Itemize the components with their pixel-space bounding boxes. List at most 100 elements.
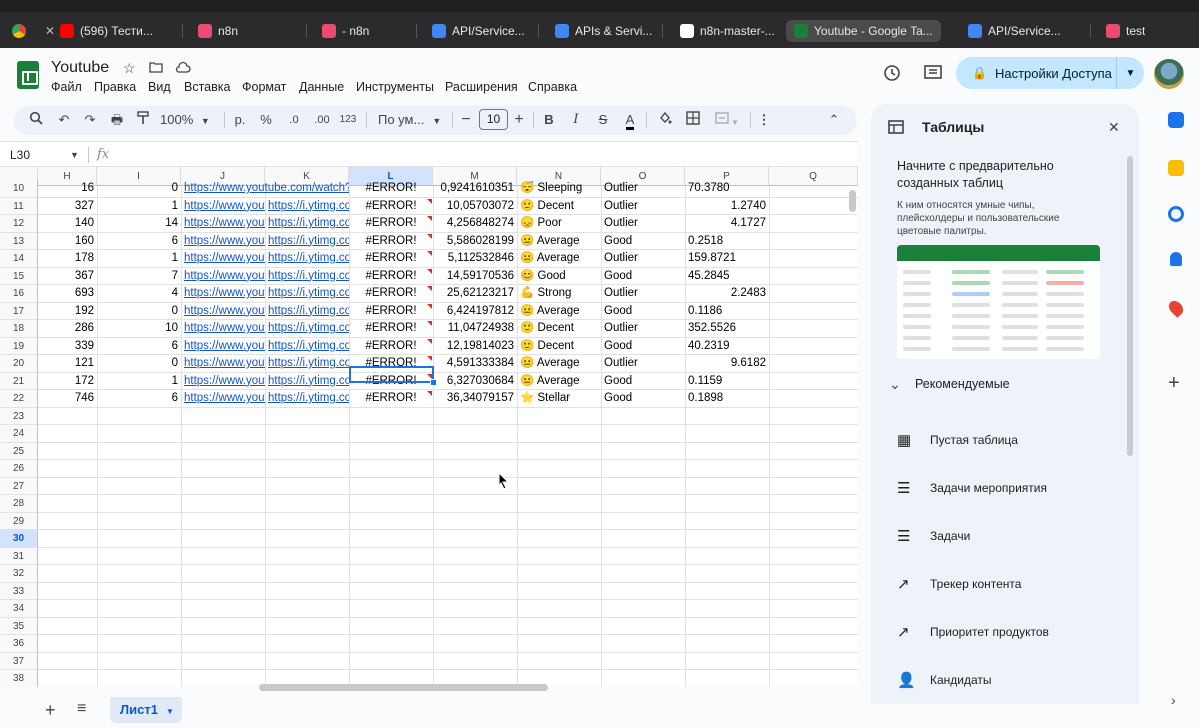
cell-m[interactable]: 12,19814023 xyxy=(433,338,517,355)
row-header[interactable]: 31 xyxy=(0,547,38,565)
row-header[interactable]: 10 xyxy=(0,180,38,198)
browser-tab[interactable]: n8n-master-... xyxy=(680,20,775,42)
error-indicator-icon[interactable] xyxy=(427,391,432,396)
cell-i[interactable]: 6 xyxy=(97,390,181,407)
horizontal-scrollbar[interactable] xyxy=(259,684,548,691)
cell-p[interactable]: 0.1159 xyxy=(685,373,769,390)
menu-item[interactable]: Справка xyxy=(528,80,577,94)
row-header[interactable]: 14 xyxy=(0,250,38,268)
document-title[interactable]: Youtube xyxy=(51,59,109,77)
cell-l[interactable]: #ERROR! xyxy=(349,215,433,232)
chrome-logo-icon[interactable] xyxy=(12,24,26,38)
column-header[interactable]: Q xyxy=(769,167,858,186)
template-item[interactable]: Задачи xyxy=(930,529,970,543)
italic-button[interactable]: I xyxy=(569,111,583,129)
contacts-icon[interactable] xyxy=(1170,252,1182,266)
cell-i[interactable]: 1 xyxy=(97,250,181,267)
cell-o[interactable]: Outlier xyxy=(601,355,685,372)
cell-k[interactable]: https://i.ytimg.co xyxy=(265,373,349,390)
maps-icon[interactable] xyxy=(1166,298,1186,318)
cell-m[interactable]: 36,34079157 xyxy=(433,390,517,407)
menu-item[interactable]: Вид xyxy=(148,80,171,94)
cell-l[interactable]: #ERROR! xyxy=(349,390,433,407)
browser-tab[interactable]: test xyxy=(1106,20,1145,42)
cell-k[interactable]: https://i.ytimg.co xyxy=(265,198,349,215)
template-item[interactable]: Кандидаты xyxy=(930,673,992,687)
error-indicator-icon[interactable] xyxy=(427,251,432,256)
cell-n[interactable]: 😐 Average xyxy=(517,355,601,372)
row-header[interactable]: 23 xyxy=(0,407,38,425)
cell-o[interactable]: Good xyxy=(601,373,685,390)
cell-k[interactable]: https://i.ytimg.co xyxy=(265,320,349,337)
cell-i[interactable]: 6 xyxy=(97,338,181,355)
cell-m[interactable]: 6,424197812 xyxy=(433,303,517,320)
cell-k[interactable]: https://i.ytimg.co xyxy=(265,390,349,407)
row-header[interactable]: 28 xyxy=(0,495,38,513)
cell-i[interactable]: 0 xyxy=(97,303,181,320)
cell-m[interactable]: 4,256848274 xyxy=(433,215,517,232)
decrease-decimal-button[interactable]: .0 xyxy=(284,111,304,129)
formula-input[interactable] xyxy=(120,143,850,165)
cell-l[interactable]: #ERROR! xyxy=(349,268,433,285)
cell-l[interactable]: #ERROR! xyxy=(349,250,433,267)
cell-p[interactable]: 2.2483 xyxy=(685,285,769,302)
cell-h[interactable]: 339 xyxy=(38,338,97,355)
cell-j[interactable]: https://www.yout xyxy=(181,268,265,285)
fill-color-icon[interactable] xyxy=(656,111,674,129)
table-preview-image[interactable] xyxy=(897,245,1100,359)
cell-k[interactable]: https://i.ytimg.co xyxy=(265,215,349,232)
cell-m[interactable]: 14,59170536 xyxy=(433,268,517,285)
calendar-icon[interactable] xyxy=(1168,112,1184,128)
cell-o[interactable]: Good xyxy=(601,338,685,355)
cell-n[interactable]: 💪 Strong xyxy=(517,285,601,302)
template-item[interactable]: Приоритет продуктов xyxy=(930,625,1049,639)
cell-h[interactable]: 178 xyxy=(38,250,97,267)
error-indicator-icon[interactable] xyxy=(427,321,432,326)
cell-j[interactable]: https://www.yout xyxy=(181,303,265,320)
row-header[interactable]: 36 xyxy=(0,635,38,653)
browser-tab[interactable]: Youtube - Google Ta... xyxy=(786,20,941,42)
strikethrough-button[interactable]: S xyxy=(596,111,610,129)
cell-i[interactable]: 1 xyxy=(97,373,181,390)
cell-m[interactable]: 5,112532846 xyxy=(433,250,517,267)
sheets-logo-icon[interactable] xyxy=(17,61,39,89)
search-menus-icon[interactable] xyxy=(28,111,44,129)
cell-l[interactable]: #ERROR! xyxy=(349,198,433,215)
paint-format-icon[interactable] xyxy=(134,111,152,129)
row-header[interactable]: 30 xyxy=(0,530,38,548)
menu-item[interactable]: Вставка xyxy=(184,80,230,94)
cell-p[interactable]: 0.1898 xyxy=(685,390,769,407)
error-indicator-icon[interactable] xyxy=(427,268,432,274)
cell-l[interactable]: #ERROR! xyxy=(349,180,433,197)
cell-m[interactable]: 5,586028199 xyxy=(433,233,517,250)
cell-k[interactable]: https://i.ytimg.co xyxy=(265,250,349,267)
close-icon[interactable]: ✕ xyxy=(1108,119,1120,136)
borders-icon[interactable] xyxy=(684,111,702,129)
cell-l[interactable]: #ERROR! xyxy=(349,285,433,302)
zoom-select[interactable]: 100% ▼ xyxy=(160,111,216,129)
cell-p[interactable]: 70.3780 xyxy=(685,180,769,197)
cell-o[interactable]: Good xyxy=(601,233,685,250)
cell-j[interactable]: https://www.yout xyxy=(181,373,265,390)
row-header[interactable]: 24 xyxy=(0,425,38,443)
cell-h[interactable]: 172 xyxy=(38,373,97,390)
cell-k[interactable]: https://i.ytimg.co xyxy=(265,338,349,355)
cell-j[interactable]: https://www.youtube.com/watch?v xyxy=(181,180,349,197)
cell-j[interactable]: https://www.yout xyxy=(181,285,265,302)
font-size-input[interactable]: 10 xyxy=(479,109,508,130)
cell-h[interactable]: 192 xyxy=(38,303,97,320)
cell-m[interactable]: 6,327030684 xyxy=(433,373,517,390)
row-header[interactable]: 22 xyxy=(0,390,38,408)
more-options-icon[interactable]: ⋮ xyxy=(757,111,771,129)
browser-tab[interactable]: API/Service... xyxy=(432,20,525,42)
browser-tab[interactable]: APIs & Servi... xyxy=(555,20,652,42)
browser-tab[interactable]: API/Service... xyxy=(968,20,1061,42)
cell-p[interactable]: 159.8721 xyxy=(685,250,769,267)
cell-h[interactable]: 160 xyxy=(38,233,97,250)
cell-o[interactable]: Good xyxy=(601,268,685,285)
row-header[interactable]: 16 xyxy=(0,285,38,303)
template-item[interactable]: Трекер контента xyxy=(930,577,1021,591)
sheet-tab[interactable]: Лист1 ▼ xyxy=(110,697,182,723)
bold-button[interactable]: B xyxy=(542,111,556,129)
error-indicator-icon[interactable] xyxy=(427,233,432,239)
